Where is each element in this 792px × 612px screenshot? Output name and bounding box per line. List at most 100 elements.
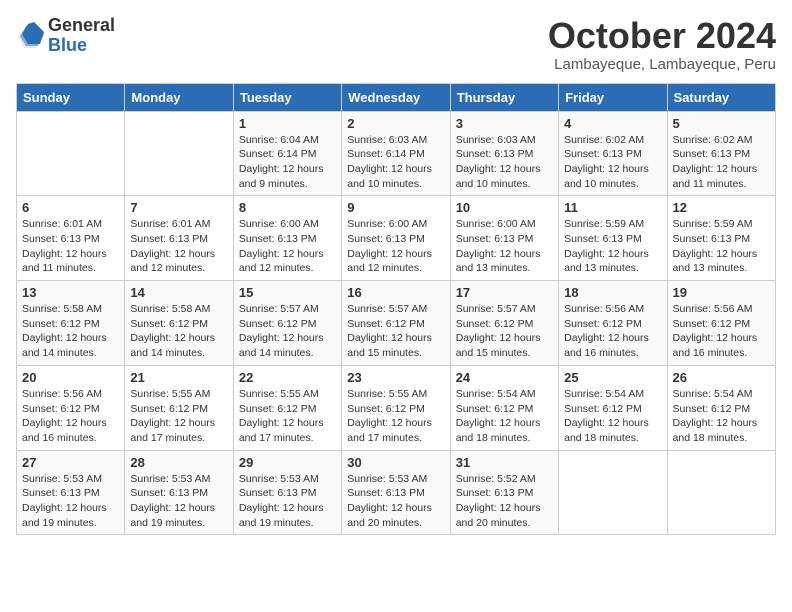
location-subtitle: Lambayeque, Lambayeque, Peru	[548, 56, 776, 73]
calendar-week-row: 1 Sunrise: 6:04 AM Sunset: 6:14 PM Daylig…	[17, 111, 776, 196]
day-info: Sunrise: 6:01 AM Sunset: 6:13 PM Dayligh…	[130, 217, 227, 276]
day-number: 21	[130, 370, 227, 385]
calendar-cell	[125, 111, 233, 196]
day-number: 16	[347, 285, 444, 300]
header-monday: Monday	[125, 83, 233, 111]
day-number: 2	[347, 116, 444, 131]
day-info: Sunrise: 5:55 AM Sunset: 6:12 PM Dayligh…	[239, 387, 336, 446]
logo-general-label: General	[48, 16, 115, 36]
calendar-cell: 14Sunrise: 5:58 AM Sunset: 6:12 PM Dayli…	[125, 281, 233, 366]
day-number: 1	[239, 116, 336, 131]
day-info: Sunrise: 5:56 AM Sunset: 6:12 PM Dayligh…	[22, 387, 119, 446]
calendar-cell: 17Sunrise: 5:57 AM Sunset: 6:12 PM Dayli…	[450, 281, 558, 366]
day-number: 5	[673, 116, 770, 131]
day-info: Sunrise: 6:02 AM Sunset: 6:13 PM Dayligh…	[673, 133, 770, 192]
calendar-cell: 29 Sunrise: 5:53 AM Sunset: 6:13 PM Dayli…	[233, 450, 341, 535]
day-info: Sunrise: 5:53 AM Sunset: 6:13 PM Dayligh…	[347, 472, 444, 531]
day-number: 15	[239, 285, 336, 300]
header-saturday: Saturday	[667, 83, 775, 111]
logo-text: General Blue	[48, 16, 115, 56]
day-info: Sunrise: 5:58 AM Sunset: 6:12 PM Dayligh…	[22, 302, 119, 361]
calendar-cell: 24 Sunrise: 5:54 AM Sunset: 6:12 PM Dayli…	[450, 365, 558, 450]
day-number: 8	[239, 200, 336, 215]
calendar-cell: 20 Sunrise: 5:56 AM Sunset: 6:12 PM Dayli…	[17, 365, 125, 450]
calendar-cell: 28 Sunrise: 5:53 AM Sunset: 6:13 PM Dayli…	[125, 450, 233, 535]
header-thursday: Thursday	[450, 83, 558, 111]
day-info: Sunrise: 5:54 AM Sunset: 6:12 PM Dayligh…	[456, 387, 553, 446]
calendar-cell: 26Sunrise: 5:54 AM Sunset: 6:12 PM Dayli…	[667, 365, 775, 450]
day-number: 10	[456, 200, 553, 215]
day-number: 12	[673, 200, 770, 215]
calendar-table: SundayMondayTuesdayWednesdayThursdayFrid…	[16, 83, 776, 536]
day-info: Sunrise: 6:01 AM Sunset: 6:13 PM Dayligh…	[22, 217, 119, 276]
day-info: Sunrise: 5:58 AM Sunset: 6:12 PM Dayligh…	[130, 302, 227, 361]
calendar-week-row: 13 Sunrise: 5:58 AM Sunset: 6:12 PM Dayli…	[17, 281, 776, 366]
calendar-week-row: 6Sunrise: 6:01 AM Sunset: 6:13 PM Daylig…	[17, 196, 776, 281]
day-info: Sunrise: 5:53 AM Sunset: 6:13 PM Dayligh…	[22, 472, 119, 531]
calendar-cell: 15 Sunrise: 5:57 AM Sunset: 6:12 PM Dayli…	[233, 281, 341, 366]
logo-icon	[16, 22, 44, 50]
day-info: Sunrise: 5:59 AM Sunset: 6:13 PM Dayligh…	[564, 217, 661, 276]
day-number: 11	[564, 200, 661, 215]
day-number: 28	[130, 455, 227, 470]
day-number: 3	[456, 116, 553, 131]
header-wednesday: Wednesday	[342, 83, 450, 111]
day-number: 25	[564, 370, 661, 385]
day-number: 24	[456, 370, 553, 385]
day-info: Sunrise: 6:04 AM Sunset: 6:14 PM Dayligh…	[239, 133, 336, 192]
day-info: Sunrise: 6:03 AM Sunset: 6:13 PM Dayligh…	[456, 133, 553, 192]
calendar-cell: 6Sunrise: 6:01 AM Sunset: 6:13 PM Daylig…	[17, 196, 125, 281]
calendar-cell: 25 Sunrise: 5:54 AM Sunset: 6:12 PM Dayli…	[559, 365, 667, 450]
calendar-cell: 21Sunrise: 5:55 AM Sunset: 6:12 PM Dayli…	[125, 365, 233, 450]
calendar-cell: 22 Sunrise: 5:55 AM Sunset: 6:12 PM Dayli…	[233, 365, 341, 450]
calendar-cell	[17, 111, 125, 196]
day-info: Sunrise: 5:56 AM Sunset: 6:12 PM Dayligh…	[673, 302, 770, 361]
calendar-cell: 31 Sunrise: 5:52 AM Sunset: 6:13 PM Dayli…	[450, 450, 558, 535]
header-sunday: Sunday	[17, 83, 125, 111]
day-number: 26	[673, 370, 770, 385]
calendar-cell: 16Sunrise: 5:57 AM Sunset: 6:12 PM Dayli…	[342, 281, 450, 366]
header-friday: Friday	[559, 83, 667, 111]
calendar-cell: 11 Sunrise: 5:59 AM Sunset: 6:13 PM Dayli…	[559, 196, 667, 281]
calendar-cell: 10Sunrise: 6:00 AM Sunset: 6:13 PM Dayli…	[450, 196, 558, 281]
calendar-cell: 30Sunrise: 5:53 AM Sunset: 6:13 PM Dayli…	[342, 450, 450, 535]
page-header: General Blue October 2024 Lambayeque, La…	[16, 16, 776, 73]
calendar-week-row: 20 Sunrise: 5:56 AM Sunset: 6:12 PM Dayli…	[17, 365, 776, 450]
calendar-cell	[667, 450, 775, 535]
day-info: Sunrise: 5:53 AM Sunset: 6:13 PM Dayligh…	[130, 472, 227, 531]
day-number: 13	[22, 285, 119, 300]
logo: General Blue	[16, 16, 115, 56]
day-number: 20	[22, 370, 119, 385]
day-number: 27	[22, 455, 119, 470]
calendar-cell: 13 Sunrise: 5:58 AM Sunset: 6:12 PM Dayli…	[17, 281, 125, 366]
calendar-cell: 1 Sunrise: 6:04 AM Sunset: 6:14 PM Daylig…	[233, 111, 341, 196]
calendar-cell: 27 Sunrise: 5:53 AM Sunset: 6:13 PM Dayli…	[17, 450, 125, 535]
calendar-cell: 9 Sunrise: 6:00 AM Sunset: 6:13 PM Daylig…	[342, 196, 450, 281]
day-number: 22	[239, 370, 336, 385]
day-info: Sunrise: 5:57 AM Sunset: 6:12 PM Dayligh…	[239, 302, 336, 361]
day-number: 19	[673, 285, 770, 300]
day-info: Sunrise: 5:55 AM Sunset: 6:12 PM Dayligh…	[347, 387, 444, 446]
day-number: 31	[456, 455, 553, 470]
day-number: 18	[564, 285, 661, 300]
calendar-cell: 3 Sunrise: 6:03 AM Sunset: 6:13 PM Daylig…	[450, 111, 558, 196]
day-info: Sunrise: 6:02 AM Sunset: 6:13 PM Dayligh…	[564, 133, 661, 192]
day-info: Sunrise: 6:00 AM Sunset: 6:13 PM Dayligh…	[347, 217, 444, 276]
day-info: Sunrise: 5:54 AM Sunset: 6:12 PM Dayligh…	[564, 387, 661, 446]
calendar-cell: 19 Sunrise: 5:56 AM Sunset: 6:12 PM Dayli…	[667, 281, 775, 366]
calendar-cell: 2 Sunrise: 6:03 AM Sunset: 6:14 PM Daylig…	[342, 111, 450, 196]
day-info: Sunrise: 5:57 AM Sunset: 6:12 PM Dayligh…	[456, 302, 553, 361]
day-number: 9	[347, 200, 444, 215]
day-info: Sunrise: 5:56 AM Sunset: 6:12 PM Dayligh…	[564, 302, 661, 361]
month-title: October 2024	[548, 16, 776, 56]
day-info: Sunrise: 5:52 AM Sunset: 6:13 PM Dayligh…	[456, 472, 553, 531]
calendar-cell: 23Sunrise: 5:55 AM Sunset: 6:12 PM Dayli…	[342, 365, 450, 450]
day-info: Sunrise: 5:53 AM Sunset: 6:13 PM Dayligh…	[239, 472, 336, 531]
day-info: Sunrise: 5:59 AM Sunset: 6:13 PM Dayligh…	[673, 217, 770, 276]
calendar-header-row: SundayMondayTuesdayWednesdayThursdayFrid…	[17, 83, 776, 111]
day-number: 29	[239, 455, 336, 470]
calendar-cell: 5 Sunrise: 6:02 AM Sunset: 6:13 PM Daylig…	[667, 111, 775, 196]
day-info: Sunrise: 6:00 AM Sunset: 6:13 PM Dayligh…	[239, 217, 336, 276]
day-info: Sunrise: 6:03 AM Sunset: 6:14 PM Dayligh…	[347, 133, 444, 192]
calendar-cell: 7Sunrise: 6:01 AM Sunset: 6:13 PM Daylig…	[125, 196, 233, 281]
